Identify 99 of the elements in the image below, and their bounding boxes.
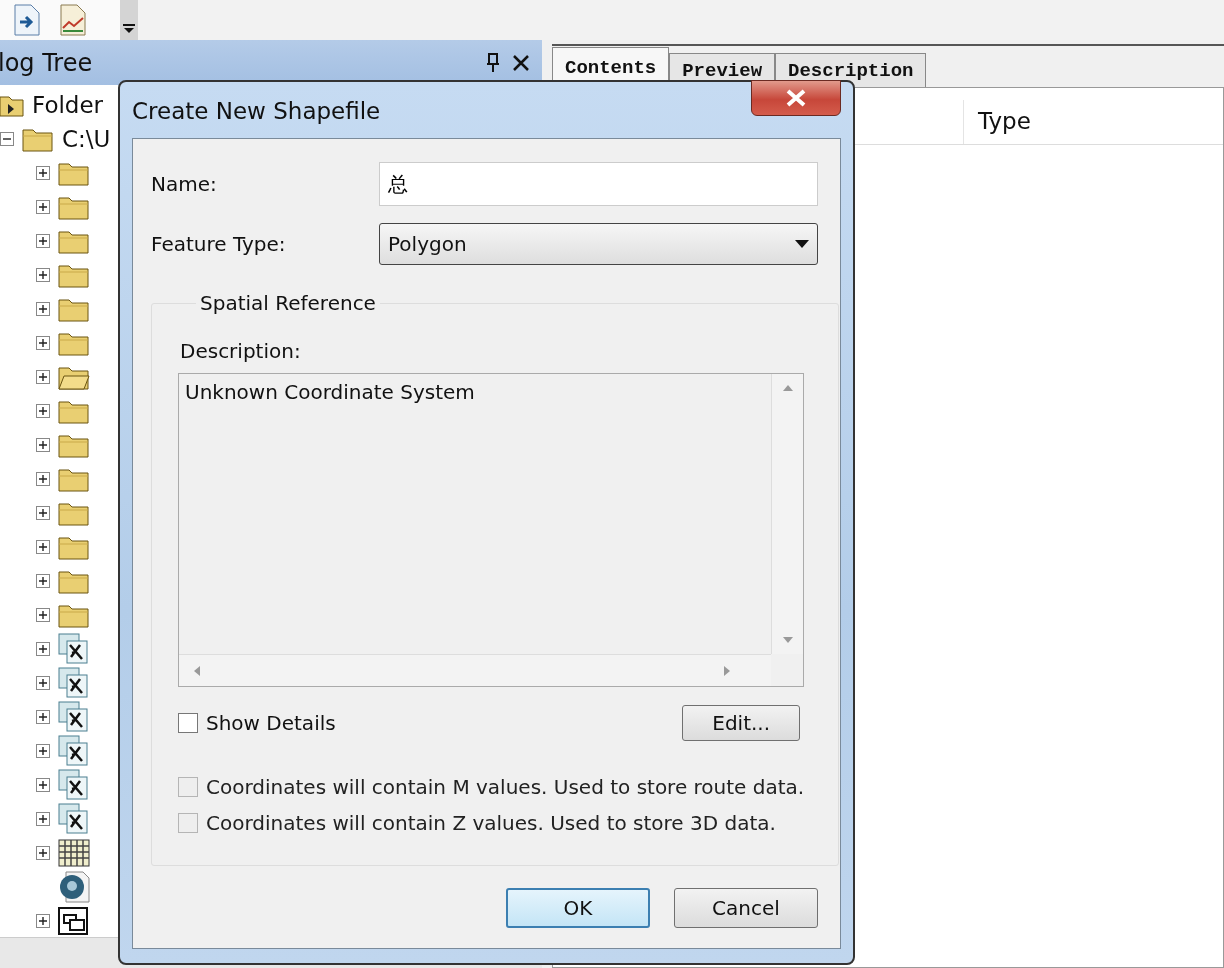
field-label: Description:	[180, 339, 302, 363]
plus-icon	[38, 848, 48, 858]
folder-icon	[58, 398, 90, 424]
map-document-icon	[58, 667, 90, 699]
name-field[interactable]: 总	[379, 162, 818, 206]
expand-toggle[interactable]	[36, 574, 50, 588]
tab[interactable]: Description	[775, 53, 927, 87]
field-label: Feature Type:	[151, 232, 287, 256]
tree-item-label[interactable]: C:\U	[62, 126, 111, 152]
feature-type-dropdown[interactable]: Polygon	[379, 223, 818, 265]
window-stack-icon	[58, 907, 88, 935]
expand-toggle[interactable]	[36, 914, 50, 928]
plus-icon	[38, 814, 48, 824]
group-title: Spatial Reference	[199, 291, 377, 315]
map-document-icon	[58, 701, 90, 733]
expand-toggle[interactable]	[36, 744, 50, 758]
folder-icon	[58, 228, 90, 254]
folder-icon	[58, 568, 90, 594]
expand-toggle[interactable]	[36, 268, 50, 282]
folder-icon	[58, 262, 90, 288]
expand-toggle[interactable]	[36, 404, 50, 418]
column-header[interactable]: Type	[964, 100, 1045, 144]
folder-icon	[22, 126, 54, 152]
plus-icon	[38, 270, 48, 280]
plus-icon	[38, 678, 48, 688]
plus-icon	[38, 508, 48, 518]
description-text: Unknown Coordinate System	[184, 379, 476, 406]
checkbox-label: Show Details	[206, 711, 336, 735]
raster-grid-icon	[58, 839, 90, 867]
plus-icon	[38, 610, 48, 620]
folder-icon	[58, 466, 90, 492]
plus-icon	[38, 202, 48, 212]
checkbox[interactable]	[178, 713, 198, 733]
plus-icon	[38, 712, 48, 722]
folder-icon	[58, 534, 90, 560]
folder-icon	[58, 194, 90, 220]
expand-toggle[interactable]	[36, 846, 50, 860]
folder-icon	[58, 330, 90, 356]
expand-toggle[interactable]	[36, 642, 50, 656]
tree-item-label[interactable]: Folder	[32, 92, 104, 118]
expand-toggle[interactable]	[36, 710, 50, 724]
map-document-icon	[58, 803, 90, 835]
map-document-icon	[58, 633, 90, 665]
plus-icon	[38, 372, 48, 382]
expand-toggle[interactable]	[36, 778, 50, 792]
expand-toggle[interactable]	[36, 166, 50, 180]
dialog-title: Create New Shapefile	[132, 97, 381, 124]
collapse-toggle[interactable]	[0, 132, 14, 146]
plus-icon	[38, 236, 48, 246]
cancel-button[interactable]: Cancel	[674, 888, 818, 928]
expand-toggle[interactable]	[36, 540, 50, 554]
folder-icon	[58, 432, 90, 458]
folder-arrow-icon	[0, 93, 24, 117]
expand-toggle[interactable]	[36, 812, 50, 826]
expand-toggle[interactable]	[36, 608, 50, 622]
map-document-icon	[58, 769, 90, 801]
panel-title: log Tree	[0, 48, 94, 77]
close-icon	[785, 89, 807, 107]
scroll-right-icon[interactable]	[723, 664, 732, 677]
expand-toggle[interactable]	[36, 472, 50, 486]
expand-toggle[interactable]	[36, 302, 50, 316]
plus-icon	[38, 338, 48, 348]
expand-toggle[interactable]	[36, 234, 50, 248]
close-button[interactable]	[751, 80, 841, 116]
folder-icon	[58, 602, 90, 628]
map-document-icon	[58, 735, 90, 767]
folder-icon	[58, 500, 90, 526]
expand-toggle[interactable]	[36, 506, 50, 520]
scroll-down-icon[interactable]	[781, 636, 794, 644]
folder-icon	[58, 296, 90, 322]
edit-button[interactable]: Edit...	[682, 705, 801, 741]
plus-icon	[38, 916, 48, 926]
scroll-up-icon[interactable]	[781, 384, 794, 392]
folder-icon	[58, 160, 90, 186]
field-label: Name:	[151, 172, 218, 196]
caret-icon	[795, 240, 809, 248]
plus-icon	[38, 542, 48, 552]
description-box[interactable]: Unknown Coordinate System	[178, 373, 805, 687]
plus-icon	[38, 746, 48, 756]
checkbox-label: Coordinates will contain M values. Used to store route data.	[206, 775, 805, 799]
search-document-icon	[58, 871, 90, 903]
ok-button[interactable]: OK	[506, 888, 650, 928]
expand-toggle[interactable]	[36, 370, 50, 384]
plus-icon	[38, 168, 48, 178]
toolbar-overflow-icon[interactable]	[120, 0, 138, 40]
open-folder-icon	[58, 364, 90, 390]
expand-toggle[interactable]	[36, 438, 50, 452]
checkbox-label: Coordinates will contain Z values. Used to store 3D data.	[206, 811, 776, 835]
plus-icon	[38, 780, 48, 790]
expand-toggle[interactable]	[36, 336, 50, 350]
plus-icon	[38, 644, 48, 654]
plus-icon	[38, 304, 48, 314]
scroll-left-icon[interactable]	[193, 664, 201, 677]
plus-icon	[38, 406, 48, 416]
plus-icon	[38, 576, 48, 586]
plus-icon	[38, 440, 48, 450]
expand-toggle[interactable]	[36, 200, 50, 214]
expand-toggle[interactable]	[36, 676, 50, 690]
plus-icon	[38, 474, 48, 484]
